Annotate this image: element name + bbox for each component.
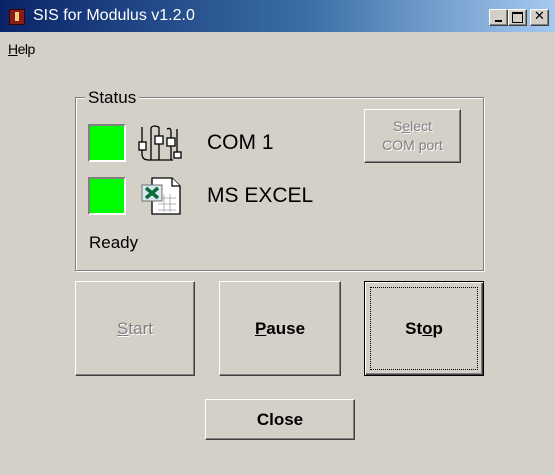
select-label-line2: COM port xyxy=(382,137,443,153)
close-icon: ✕ xyxy=(534,9,545,24)
excel-file-icon xyxy=(140,176,184,216)
com-status-indicator xyxy=(88,124,126,162)
start-button[interactable]: Start xyxy=(75,281,195,376)
focus-rectangle xyxy=(370,287,478,370)
menu-bar: Help xyxy=(0,32,555,62)
maximize-button[interactable] xyxy=(508,9,527,26)
help-mnemonic: H xyxy=(8,41,18,57)
excel-label: MS EXCEL xyxy=(207,184,314,207)
pause-label: Pause xyxy=(255,319,305,339)
select-label-mnemonic: e xyxy=(402,118,411,134)
title-bar[interactable]: SIS for Modulus v1.2.0 ✕ xyxy=(0,0,555,32)
close-button[interactable]: Close xyxy=(205,399,355,440)
main-window: SIS for Modulus v1.2.0 ✕ Help Status COM… xyxy=(0,0,555,475)
menu-help[interactable]: Help xyxy=(8,41,35,57)
pause-mnemonic: P xyxy=(254,318,267,338)
window-title: SIS for Modulus v1.2.0 xyxy=(33,7,195,24)
com-port-label: COM 1 xyxy=(207,131,274,154)
pause-button[interactable]: Pause xyxy=(219,281,341,376)
pause-label-rest: ause xyxy=(266,318,306,338)
start-mnemonic: S xyxy=(117,318,129,338)
select-label-part: lect xyxy=(410,118,432,134)
select-com-port-label: Select COM port xyxy=(382,117,443,155)
status-message: Ready xyxy=(89,233,139,252)
select-com-port-button[interactable]: Select COM port xyxy=(364,109,461,163)
serial-port-icon xyxy=(137,124,187,164)
help-label-rest: elp xyxy=(17,41,36,57)
excel-status-indicator xyxy=(88,177,126,215)
minimize-button[interactable] xyxy=(489,9,508,26)
close-label: Close xyxy=(256,409,304,429)
start-label-rest: tart xyxy=(128,318,153,338)
app-icon[interactable] xyxy=(9,9,25,25)
select-label-part: S xyxy=(393,118,403,134)
close-window-button[interactable]: ✕ xyxy=(530,9,549,26)
stop-button[interactable]: Stop xyxy=(364,281,484,376)
start-label: Start xyxy=(117,319,153,339)
status-group-label: Status xyxy=(85,88,140,108)
